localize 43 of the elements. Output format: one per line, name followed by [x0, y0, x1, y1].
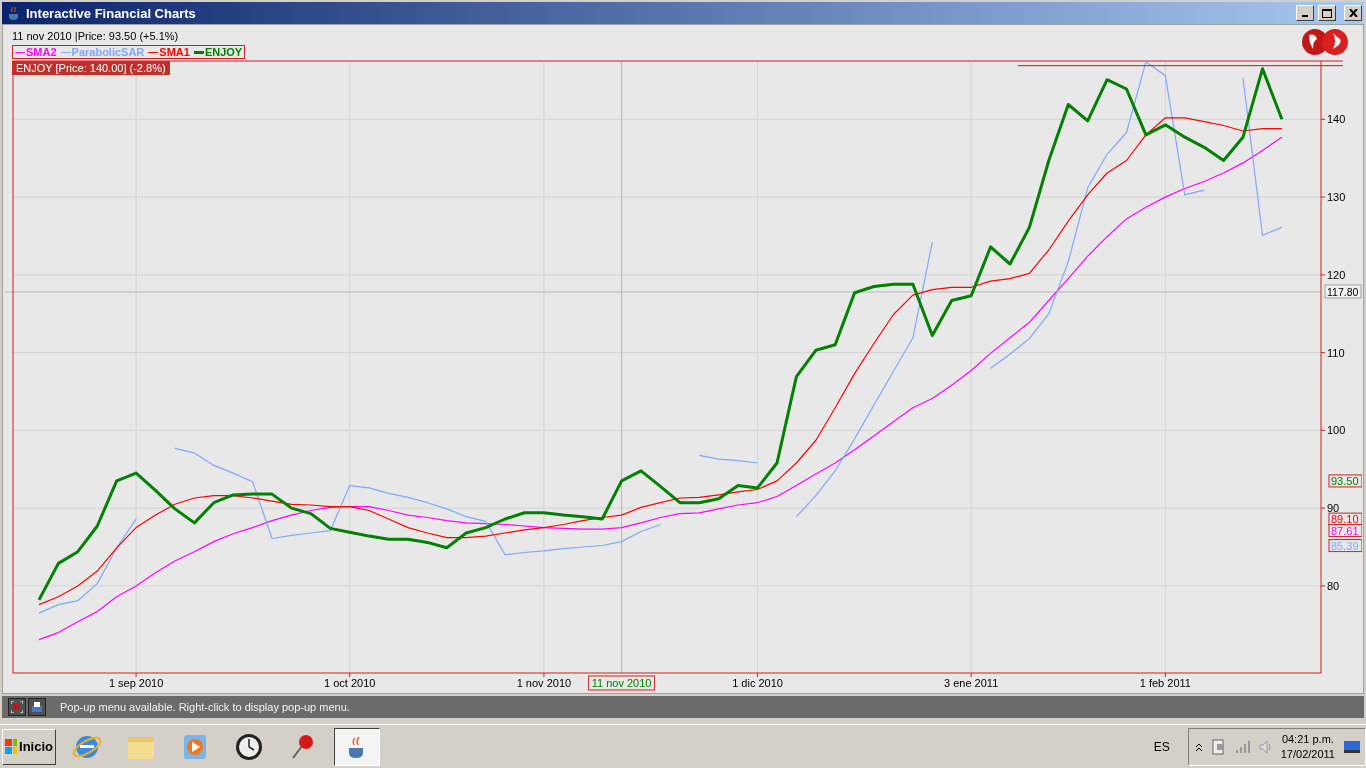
language-indicator[interactable]: ES — [1153, 739, 1170, 754]
x-axis-label: 1 sep 2010 — [108, 677, 164, 689]
x-axis-label: 1 feb 2011 — [1139, 677, 1191, 689]
fit-screen-button[interactable] — [8, 698, 26, 716]
y-axis-label: 120 — [1327, 268, 1346, 281]
start-button[interactable]: Inicio — [2, 728, 56, 765]
legend-label: ParabolicSAR — [71, 46, 145, 58]
legend-label: SMA2 — [26, 46, 57, 58]
value-readout: 89.10 — [1328, 512, 1362, 526]
monitor-icon[interactable] — [1343, 738, 1361, 755]
y-axis-label: 140 — [1327, 113, 1346, 126]
legend-label: ENJOY — [204, 46, 243, 58]
y-axis-label: 100 — [1327, 424, 1346, 437]
window-title: Interactive Financial Charts — [26, 5, 197, 21]
x-axis-label: 1 nov 2010 — [516, 677, 572, 689]
clock[interactable]: 04:21 p.m. 17/02/2011 — [1280, 731, 1335, 762]
chevron-icon[interactable] — [1194, 741, 1203, 752]
taskbar-app-button[interactable] — [334, 727, 380, 766]
x-axis-label: 1 oct 2010 — [324, 677, 376, 689]
status-message: Pop-up menu available. Right-click to display pop-up menu. — [60, 701, 350, 713]
close-icon — [1348, 9, 1358, 17]
fit-screen-icon — [11, 701, 23, 713]
value-readout: 93.50 — [1328, 474, 1362, 488]
chart-header: 11 nov 2010 |Price: 93.50 (+5.1%) — [12, 29, 180, 43]
date-readout: 11 nov 2010 — [588, 675, 656, 691]
price-label: ENJOY [Price: 140.00] (-2.8%) — [12, 61, 170, 75]
y-axis-label: 130 — [1327, 191, 1346, 204]
y-axis-label: 80 — [1327, 579, 1340, 592]
printer-icon — [31, 701, 43, 713]
maximize-icon — [1322, 8, 1332, 18]
close-button[interactable] — [1344, 5, 1362, 21]
minimize-button[interactable] — [1296, 5, 1314, 21]
print-button[interactable] — [28, 698, 46, 716]
y-axis-label: 110 — [1327, 346, 1345, 359]
value-readout: 87.61 — [1328, 524, 1362, 538]
x-axis-label: 3 ene 2011 — [944, 677, 999, 689]
value-readout: 85.39 — [1328, 539, 1362, 553]
price-readout: 117.80 — [1324, 284, 1362, 299]
x-axis-label: 1 dic 2010 — [732, 677, 783, 689]
y-axis-label: 90 — [1327, 502, 1340, 515]
windows-logo-icon — [5, 738, 18, 755]
legend-label: SMA1 — [159, 46, 190, 58]
maximize-button[interactable] — [1318, 5, 1336, 21]
